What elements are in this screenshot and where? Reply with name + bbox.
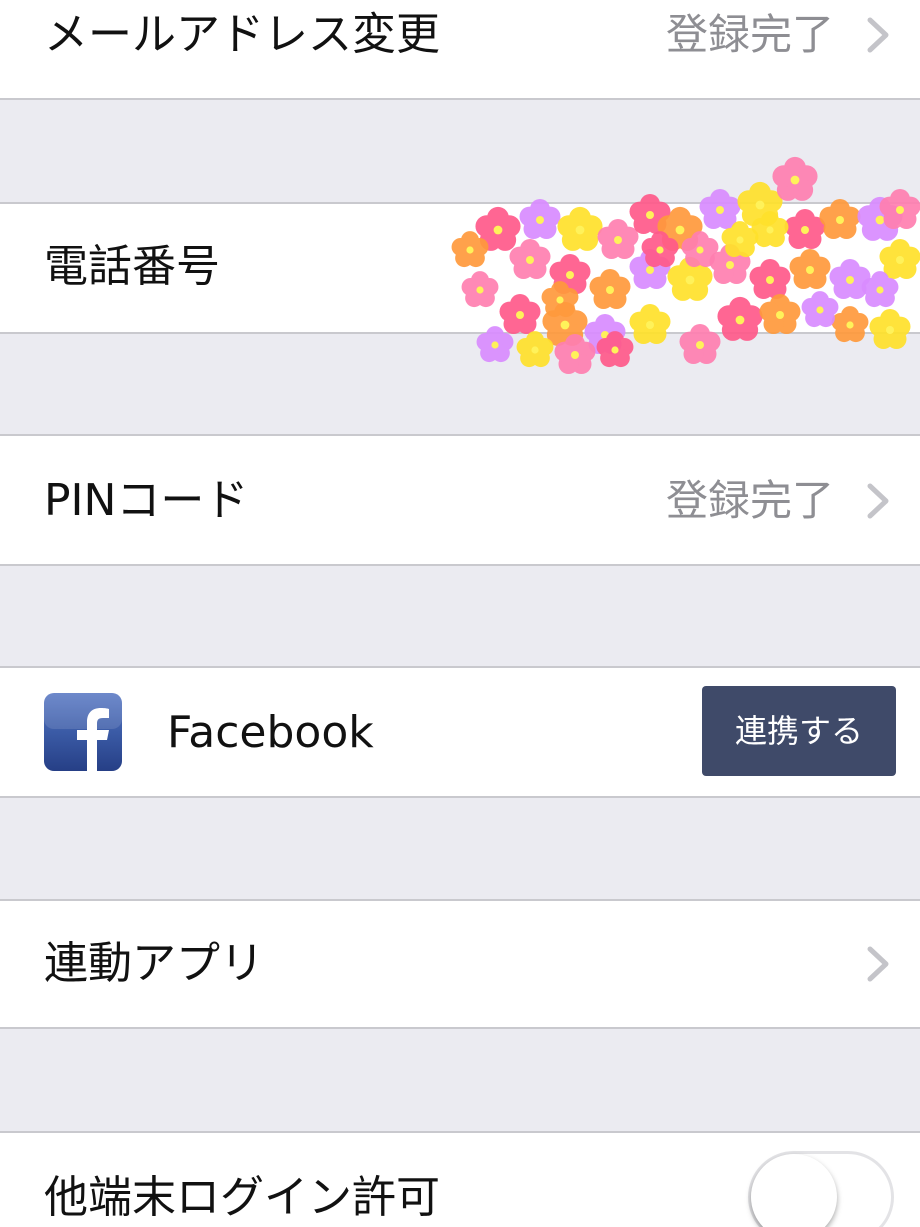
flower-icon [879, 189, 920, 229]
flower-icon [801, 291, 839, 328]
flower-icon [819, 199, 861, 239]
flower-icon [499, 294, 541, 334]
chevron-right-icon [860, 939, 896, 989]
pin-status: 登録完了 [665, 476, 834, 525]
facebook-icon [43, 692, 123, 772]
other-device-login-toggle[interactable] [748, 1151, 894, 1227]
flower-icon [749, 259, 791, 299]
phone-number-label: 電話番号 [44, 241, 220, 292]
flower-icon [679, 324, 721, 364]
chevron-right-icon [860, 10, 896, 60]
flower-icon [784, 209, 826, 249]
flower-icon [869, 309, 911, 349]
other-device-login-label: 他端末ログイン許可 [44, 1172, 440, 1223]
email-change-label: メールアドレス変更 [44, 9, 440, 60]
facebook-link-button[interactable]: 連携する [702, 686, 896, 776]
flower-icon [759, 294, 801, 334]
facebook-label: Facebook [167, 707, 374, 758]
pin-code-label: PINコード [44, 475, 249, 526]
flower-icon [772, 156, 818, 201]
linked-apps-row[interactable]: 連動アプリ [0, 899, 920, 1029]
email-change-row[interactable]: メールアドレス変更 登録完了 [0, 0, 920, 100]
flower-sticker-overlay [440, 150, 920, 390]
other-device-login-row: 他端末ログイン許可 [0, 1131, 920, 1227]
toggle-knob [751, 1154, 837, 1227]
flower-icon [789, 249, 831, 289]
flower-icon [461, 271, 499, 308]
flower-icon [597, 219, 639, 259]
flower-icon [879, 239, 920, 279]
flower-icon [589, 269, 631, 309]
flower-icon [699, 189, 741, 229]
email-status: 登録完了 [665, 10, 834, 59]
flower-icon [509, 239, 551, 279]
pin-code-row[interactable]: PINコード 登録完了 [0, 434, 920, 566]
flower-icon [557, 206, 603, 251]
flower-icon [519, 199, 561, 239]
flower-icon [717, 296, 763, 341]
flower-icon [629, 304, 671, 344]
facebook-row: Facebook 連携する [0, 666, 920, 798]
chevron-right-icon [860, 476, 896, 526]
linked-apps-label: 連動アプリ [44, 938, 264, 989]
settings-screen: メールアドレス変更 登録完了 電話番号 PINコード 登録完了 Facebook… [0, 0, 920, 1227]
